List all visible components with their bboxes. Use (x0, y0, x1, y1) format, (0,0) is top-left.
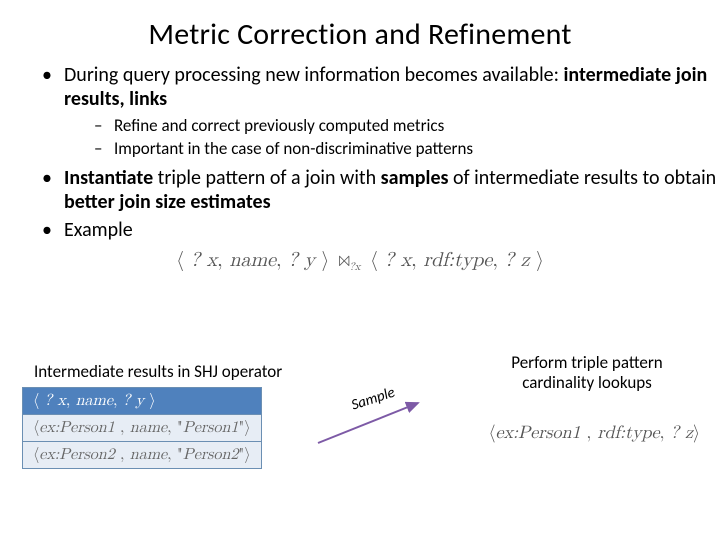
table-row-1-math: ⟨ex:Person1 , name, "Person1"⟩ (33, 420, 251, 436)
center-math-expr: ⟨ ? x, name, ? y ⟩ ⋈?x ⟨ ? x, rdf:type, … (176, 250, 544, 270)
sub-2: Important in the case of non-discriminat… (94, 138, 720, 159)
perform-caption: Perform triple pattern cardinality looku… (482, 353, 692, 392)
sub-1: Refine and correct previously computed m… (94, 115, 720, 136)
bullet-list: During query processing new information … (42, 63, 720, 242)
sub-list-1: Refine and correct previously computed m… (94, 115, 720, 160)
table-header-math: ⟨ ? x, name, ? y ⟩ (33, 393, 156, 409)
table-row: ⟨ex:Person1 , name, "Person1"⟩ (23, 415, 261, 442)
bullet-2-text-d: of intermediate results to obtain (448, 166, 716, 190)
bullet-2-bold-e: better join size estimates (64, 190, 271, 214)
bullet-2-text-b: triple pattern of a join with (153, 166, 381, 190)
sample-arrow: Sample (310, 391, 430, 451)
bullet-2: Instantiate triple pattern of a join wit… (42, 166, 720, 214)
right-math: ⟨ex:Person1 , rdf:type, ? z⟩ (489, 421, 700, 444)
bullet-3: Example (42, 218, 720, 242)
right-math-expr: ⟨ex:Person1 , rdf:type, ? z⟩ (489, 424, 700, 442)
slide: Metric Correction and Refinement During … (0, 16, 720, 540)
results-table: ⟨ ? x, name, ? y ⟩ ⟨ex:Person1 , name, "… (22, 387, 262, 469)
table-row: ⟨ex:Person2 , name, "Person2"⟩ (23, 442, 261, 468)
page-title: Metric Correction and Refinement (0, 16, 720, 53)
bullet-2-bold-c: samples (381, 166, 449, 190)
bullet-1-text: During query processing new information … (64, 63, 564, 87)
table-header: ⟨ ? x, name, ? y ⟩ (23, 388, 261, 415)
bullet-2-bold-a: Instantiate (64, 166, 153, 190)
shj-caption: Intermediate results in SHJ operator (34, 361, 282, 382)
bottom-area: Intermediate results in SHJ operator Per… (0, 361, 720, 540)
bullet-1: During query processing new information … (42, 63, 720, 160)
center-math: ⟨ ? x, name, ? y ⟩ ⋈?x ⟨ ? x, rdf:type, … (0, 248, 720, 272)
table-row-2-math: ⟨ex:Person2 , name, "Person2"⟩ (33, 447, 251, 463)
